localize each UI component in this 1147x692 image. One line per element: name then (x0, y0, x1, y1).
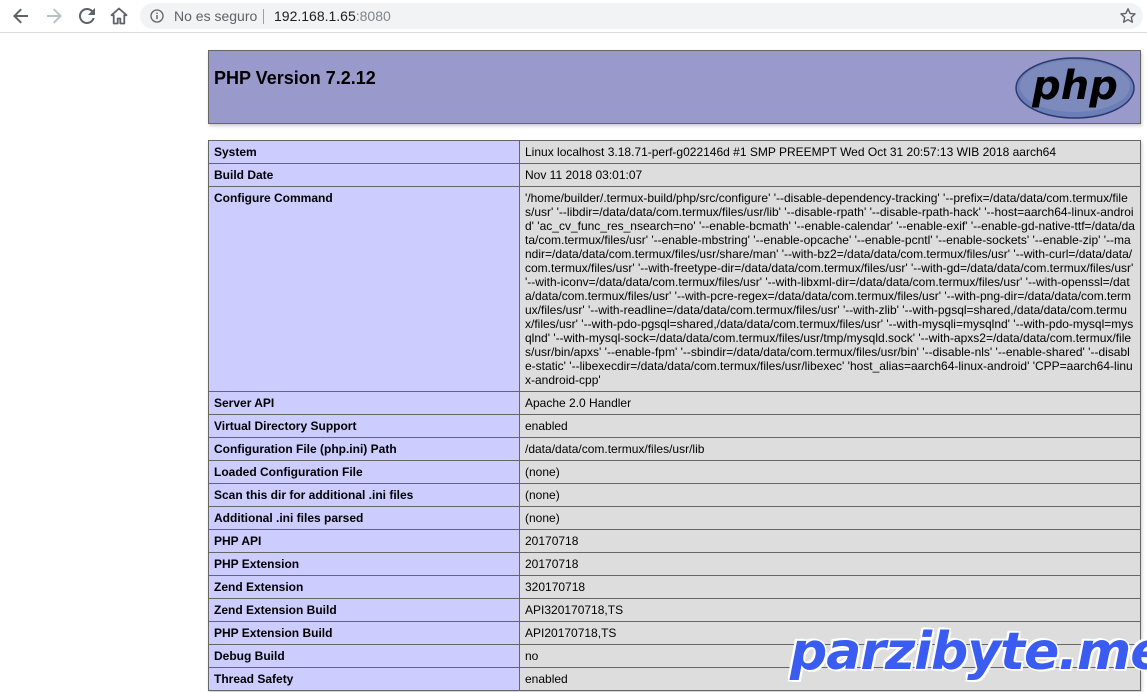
row-value: (none) (519, 506, 1141, 530)
watermark-text: parzibyte.me (789, 621, 1147, 684)
row-key: Zend Extension Build (208, 598, 520, 622)
row-value: Nov 11 2018 03:01:07 (519, 163, 1141, 187)
row-key: Debug Build (208, 644, 520, 668)
table-row: PHP Extension 20170718 (208, 552, 1141, 576)
home-icon[interactable] (108, 5, 130, 27)
page-title: PHP Version 7.2.12 (214, 68, 376, 88)
row-value: /data/data/com.termux/files/usr/lib (519, 437, 1141, 461)
row-key: Thread Safety (208, 667, 520, 691)
star-icon[interactable] (1119, 7, 1137, 25)
url-host: 192.168.1.65 (274, 8, 356, 24)
table-row: Virtual Directory Support enabled (208, 414, 1141, 438)
php-logo-text: php (1031, 63, 1118, 109)
row-key: Build Date (208, 163, 520, 187)
row-value: enabled (519, 414, 1141, 438)
url-port: :8080 (355, 8, 391, 24)
row-key: Zend Extension (208, 575, 520, 599)
row-key: Loaded Configuration File (208, 460, 520, 484)
row-key: Server API (208, 391, 520, 415)
back-icon[interactable] (10, 5, 32, 27)
security-label[interactable]: No es seguro (174, 8, 257, 24)
reload-icon[interactable] (76, 5, 98, 27)
table-row: System Linux localhost 3.18.71-perf-g0221… (208, 140, 1141, 164)
row-key: PHP Extension (208, 552, 520, 576)
table-row: Zend Extension 320170718 (208, 575, 1141, 599)
table-row: Server API Apache 2.0 Handler (208, 391, 1141, 415)
row-key: Additional .ini files parsed (208, 506, 520, 530)
table-row: Zend Extension Build API320170718,TS (208, 598, 1141, 622)
browser-toolbar: No es seguro 192.168.1.65:8080 (0, 0, 1147, 33)
table-row: Scan this dir for additional .ini files(… (208, 483, 1141, 507)
table-row: Loaded Configuration File (none) (208, 460, 1141, 484)
row-value: 20170718 (519, 529, 1141, 553)
forward-icon[interactable] (43, 5, 65, 27)
address-bar[interactable]: No es seguro 192.168.1.65:8080 (140, 3, 1143, 29)
row-value: '/home/builder/.termux-build/php/src/con… (519, 186, 1141, 392)
row-key: Configure Command (208, 186, 520, 392)
row-key: System (208, 140, 520, 164)
row-value: (none) (519, 483, 1141, 507)
row-value: 320170718 (519, 575, 1141, 599)
row-value: Linux localhost 3.18.71-perf-g022146d #1… (519, 140, 1141, 164)
row-value: Apache 2.0 Handler (519, 391, 1141, 415)
table-row: Configure Command '/home/builder/.termux-… (208, 186, 1141, 392)
php-header: PHP Version 7.2.12 php (208, 50, 1141, 124)
info-icon[interactable] (150, 9, 164, 23)
row-key: PHP Extension Build (208, 621, 520, 645)
row-key: Virtual Directory Support (208, 414, 520, 438)
table-row: Additional .ini files parsed (none) (208, 506, 1141, 530)
row-key: Configuration File (php.ini) Path (208, 437, 520, 461)
row-value: (none) (519, 460, 1141, 484)
url-separator (263, 9, 264, 24)
php-info-rows: System Linux localhost 3.18.71-perf-g0221… (208, 140, 1141, 691)
url-text[interactable]: 192.168.1.65:8080 (274, 8, 391, 24)
table-row: Configuration File (php.ini) Path/data/d… (208, 437, 1141, 461)
php-logo[interactable]: php (1014, 56, 1136, 120)
table-row: Build Date Nov 11 2018 03:01:07 (208, 163, 1141, 187)
row-value: 20170718 (519, 552, 1141, 576)
row-key: PHP API (208, 529, 520, 553)
row-value: API320170718,TS (519, 598, 1141, 622)
php-info-table: System Linux localhost 3.18.71-perf-g0221… (208, 140, 1141, 691)
row-key: Scan this dir for additional .ini files (208, 483, 520, 507)
table-row: PHP API 20170718 (208, 529, 1141, 553)
